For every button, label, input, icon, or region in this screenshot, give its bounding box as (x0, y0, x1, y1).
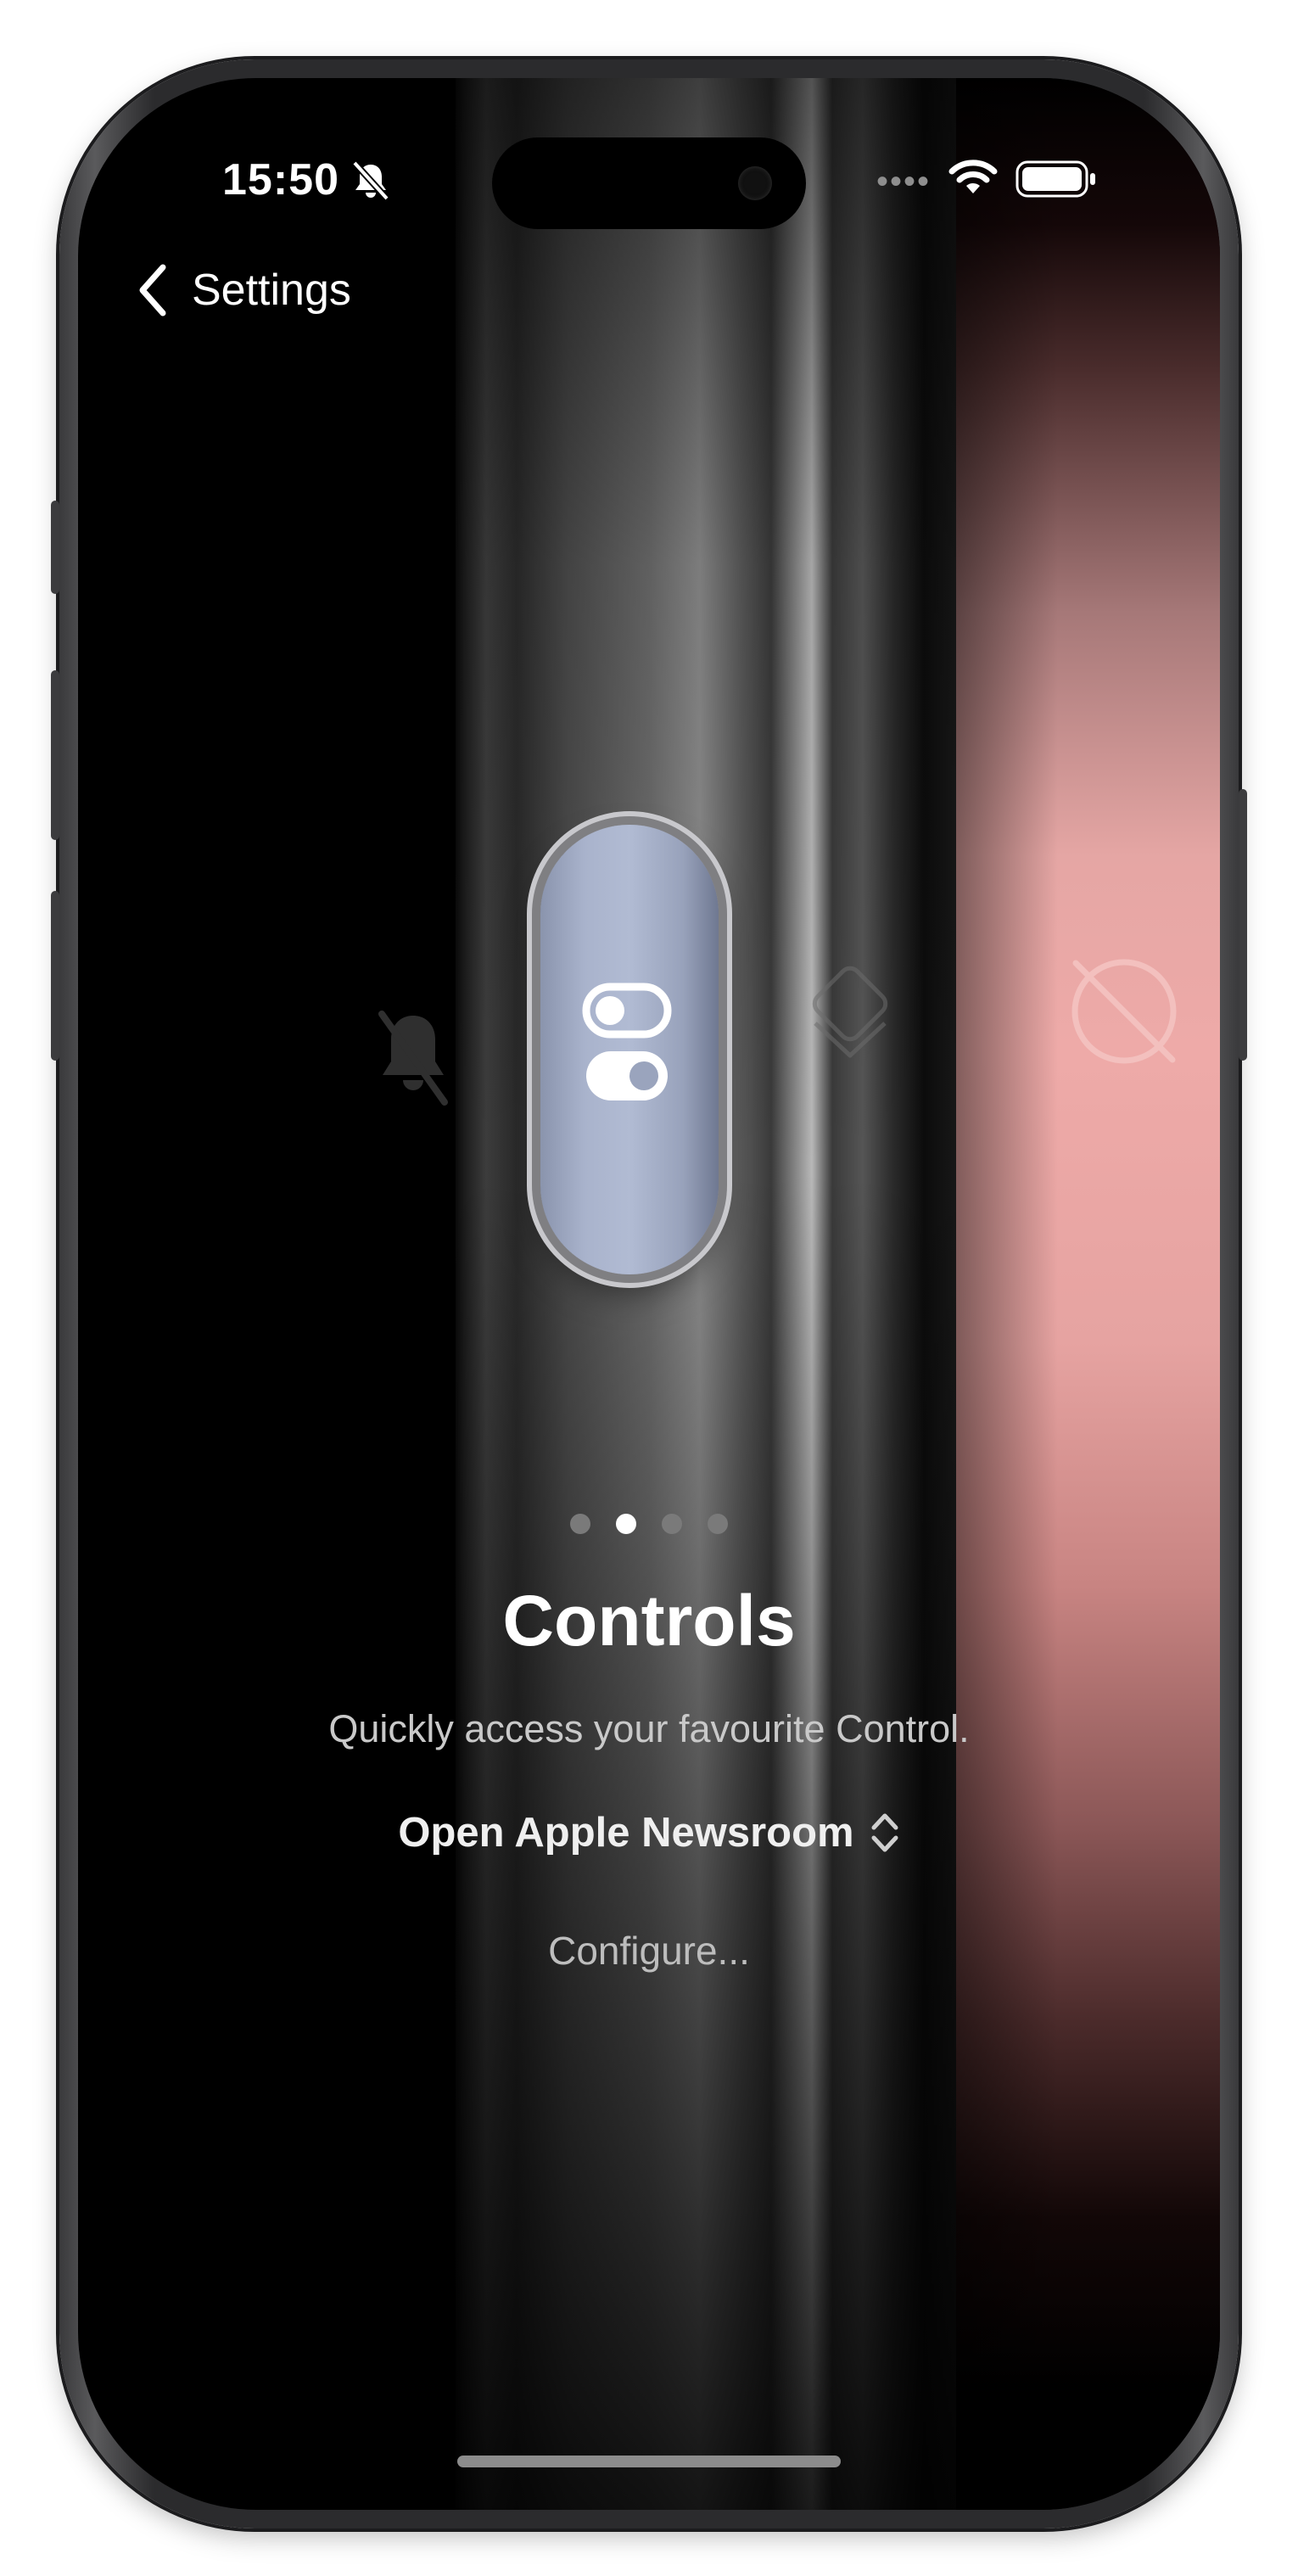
power-button (1239, 789, 1247, 1061)
mode-title: Controls (502, 1581, 796, 1660)
back-button[interactable]: Settings (137, 256, 351, 324)
cellular-signal: •••• (876, 162, 931, 200)
bell-slash-icon (350, 160, 392, 206)
controls-toggle-icon (581, 982, 678, 1113)
control-picker[interactable]: Open Apple Newsroom (78, 1809, 1220, 1856)
battery-icon (1015, 160, 1097, 202)
page-dot[interactable] (708, 1514, 728, 1534)
chevron-left-icon (139, 264, 166, 316)
wifi-icon (948, 160, 999, 203)
action-button[interactable] (540, 825, 719, 1274)
volume-up-button (51, 670, 59, 840)
focus-icon[interactable] (803, 960, 897, 1075)
control-picker-value: Open Apple Newsroom (398, 1810, 854, 1856)
configure-button[interactable]: Configure... (78, 1928, 1220, 1974)
mode-description: Quickly access your favourite Control. (328, 1707, 970, 1750)
home-indicator[interactable] (457, 2456, 841, 2467)
screen: 15:50 •••• Settings Controls Quickly acc… (78, 78, 1220, 2510)
status-bar: 15:50 •••• (78, 154, 1220, 214)
volume-down-button (51, 891, 59, 1061)
action-side-button (51, 501, 59, 594)
page-dot-active[interactable] (616, 1514, 636, 1534)
back-button-label: Settings (192, 266, 351, 315)
camera-off-icon[interactable] (1060, 948, 1188, 1079)
page-indicator (78, 1514, 1220, 1534)
page-dot[interactable] (570, 1514, 590, 1534)
bell-slash-icon[interactable] (375, 1007, 451, 1113)
status-time: 15:50 (222, 155, 339, 204)
page-dot[interactable] (662, 1514, 682, 1534)
chevron-up-down-icon (871, 1813, 898, 1852)
